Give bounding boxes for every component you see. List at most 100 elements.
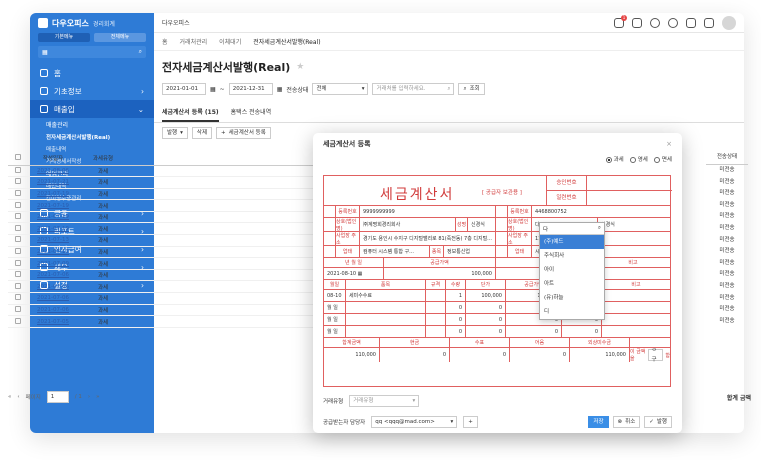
dropdown-option[interactable]: (유)하늘 bbox=[540, 291, 604, 305]
supplier-item[interactable]: 정보통신업 bbox=[444, 246, 496, 257]
sidebar-subitem[interactable]: 전자세금계산서발행(Real) bbox=[30, 131, 154, 143]
item-cell[interactable] bbox=[602, 326, 670, 337]
item-cell[interactable] bbox=[602, 302, 670, 313]
checkbox[interactable] bbox=[15, 282, 21, 289]
last-page-icon[interactable]: » bbox=[96, 394, 99, 400]
row-date[interactable]: 2021-07-09 bbox=[28, 257, 78, 270]
buyer-rep[interactable]: 신경식 bbox=[598, 218, 670, 231]
tab-home[interactable]: 홈 bbox=[162, 37, 168, 46]
star-icon[interactable]: ★ bbox=[296, 62, 304, 72]
row-date[interactable]: 2021-07-05 bbox=[28, 315, 78, 328]
help-icon[interactable] bbox=[650, 17, 660, 28]
supplier-name[interactable]: ㈜계명회경리회사 bbox=[360, 218, 456, 231]
checkbox[interactable] bbox=[15, 166, 21, 173]
delete-button[interactable]: 삭제 bbox=[191, 127, 213, 139]
close-icon[interactable]: × bbox=[666, 140, 672, 148]
page-input[interactable]: 1 bbox=[46, 391, 69, 403]
item-cell[interactable] bbox=[346, 302, 426, 313]
item-cell[interactable]: 0 bbox=[562, 326, 602, 337]
supplier-addr[interactable]: 경기도 용인시 수지구 디지털밸리로 81(죽전동) 7층 디지털... bbox=[360, 232, 496, 245]
row-date[interactable]: 2021-07-12 bbox=[28, 246, 78, 259]
toggle-all[interactable]: 전체메뉴 bbox=[94, 33, 146, 42]
calendar-icon[interactable]: ▦ bbox=[277, 86, 283, 93]
checkbox[interactable] bbox=[15, 317, 21, 324]
row-date[interactable]: 2021-07-19 bbox=[28, 222, 78, 236]
select-all[interactable] bbox=[8, 152, 28, 166]
item-cell[interactable]: 월 일 bbox=[324, 302, 346, 313]
bell-icon[interactable] bbox=[686, 17, 696, 28]
checkbox[interactable] bbox=[15, 247, 21, 254]
checkbox[interactable] bbox=[15, 271, 21, 278]
supplier-reg[interactable]: 9999999999 bbox=[360, 206, 496, 217]
row-date[interactable]: 2021-07-19 bbox=[28, 188, 78, 201]
checkbox[interactable] bbox=[15, 154, 21, 161]
supplier-type[interactable]: 컴퓨터 시스템 통합 구... bbox=[360, 246, 430, 257]
add-manager-button[interactable]: + bbox=[463, 416, 478, 428]
item-cell[interactable]: 세미수수료 bbox=[346, 290, 426, 301]
radio-exempt[interactable]: 면세 bbox=[653, 155, 672, 163]
deal-type-select[interactable]: 거래유형 ▾ bbox=[349, 395, 420, 407]
notification-icon[interactable]: 1 bbox=[614, 14, 627, 28]
row-date[interactable]: 2021-07-06 bbox=[28, 280, 78, 294]
dropdown-option[interactable]: 주식회사 bbox=[540, 249, 604, 263]
checkbox[interactable] bbox=[15, 236, 21, 243]
dropdown-option[interactable]: 디 bbox=[540, 305, 604, 319]
checkbox[interactable] bbox=[15, 201, 21, 208]
checkbox[interactable] bbox=[15, 213, 21, 220]
row-date[interactable]: 2021-07-06 bbox=[28, 304, 78, 317]
save-button[interactable]: 저장 bbox=[588, 416, 609, 428]
date-to-input[interactable]: 2021-12-31 bbox=[228, 83, 273, 95]
item-cell[interactable] bbox=[426, 326, 446, 337]
date-from-input[interactable]: 2021-01-01 bbox=[162, 83, 206, 95]
item-cell[interactable]: 08-10 bbox=[324, 290, 346, 301]
item-cell[interactable]: 월 일 bbox=[324, 326, 346, 337]
prev-page-icon[interactable]: ‹ bbox=[17, 394, 19, 400]
toggle-basic[interactable]: 기본메뉴 bbox=[38, 33, 90, 42]
item-cell[interactable]: 월 일 bbox=[324, 314, 346, 325]
cancel-button[interactable]: ⊗ 취소 bbox=[612, 416, 641, 428]
row-date[interactable]: 2021-07-21 bbox=[28, 176, 78, 189]
item-cell[interactable]: 0 bbox=[446, 314, 466, 325]
apps-icon[interactable] bbox=[704, 17, 714, 28]
first-page-icon[interactable]: « bbox=[8, 394, 11, 400]
item-cell[interactable]: 0 bbox=[466, 302, 506, 313]
row-date[interactable]: 2021-07-06 bbox=[28, 292, 78, 305]
tab-einvoice[interactable]: 전자세금계산서발행(Real) bbox=[253, 37, 320, 46]
item-cell[interactable] bbox=[346, 314, 426, 325]
checkbox[interactable] bbox=[15, 294, 21, 301]
write-date-input[interactable]: 2021-08-10 ▦ bbox=[324, 268, 384, 279]
item-cell[interactable] bbox=[602, 314, 670, 325]
radio-zero[interactable]: 영세 bbox=[629, 155, 648, 163]
checkbox[interactable] bbox=[15, 189, 21, 196]
manager-select[interactable]: qq <qqq@mad.com> ▾ bbox=[371, 416, 458, 428]
register-button[interactable]: + 세금계산서 등록 bbox=[216, 127, 271, 139]
radio-taxable[interactable]: 과세 bbox=[605, 155, 624, 163]
checkbox[interactable] bbox=[15, 224, 21, 231]
item-cell[interactable] bbox=[426, 302, 446, 313]
item-cell[interactable]: 0 bbox=[446, 302, 466, 313]
claim-select[interactable]: 청구 bbox=[647, 348, 664, 362]
checkbox[interactable] bbox=[15, 178, 21, 185]
issue-confirm-button[interactable]: ✓ 발행 bbox=[644, 416, 672, 428]
tab-register[interactable]: 세금계산서 등록 (15) bbox=[162, 107, 219, 122]
dropdown-option[interactable]: (주)예드 bbox=[540, 235, 604, 249]
supplier-rep[interactable]: 신경식 bbox=[468, 218, 496, 231]
search-button[interactable]: ⌕ 조회 bbox=[458, 83, 485, 95]
sidebar-search[interactable]: ▦ ⌕ bbox=[38, 46, 146, 58]
tab-vendor[interactable]: 거래처관리 bbox=[180, 37, 208, 46]
item-cell[interactable]: 0 bbox=[446, 326, 466, 337]
dropdown-search[interactable]: 다 ⌕ bbox=[540, 223, 604, 235]
item-cell[interactable]: 0 bbox=[466, 314, 506, 325]
row-date[interactable]: 2021-08-06 bbox=[28, 165, 78, 178]
dropdown-option[interactable]: 아트 bbox=[540, 277, 604, 291]
next-page-icon[interactable]: › bbox=[88, 394, 90, 400]
row-date[interactable]: 2021-07-06 bbox=[28, 269, 78, 282]
item-cell[interactable]: 1 bbox=[446, 290, 466, 301]
avatar[interactable] bbox=[722, 15, 736, 30]
item-cell[interactable]: 0 bbox=[466, 326, 506, 337]
issue-button[interactable]: 발행 ▾ bbox=[162, 127, 188, 139]
status-select[interactable]: 전체 ▾ bbox=[312, 83, 369, 95]
tab-hometax[interactable]: 홈택스 전송내역 bbox=[231, 107, 272, 122]
item-cell[interactable] bbox=[426, 314, 446, 325]
gear-icon[interactable] bbox=[668, 17, 678, 28]
